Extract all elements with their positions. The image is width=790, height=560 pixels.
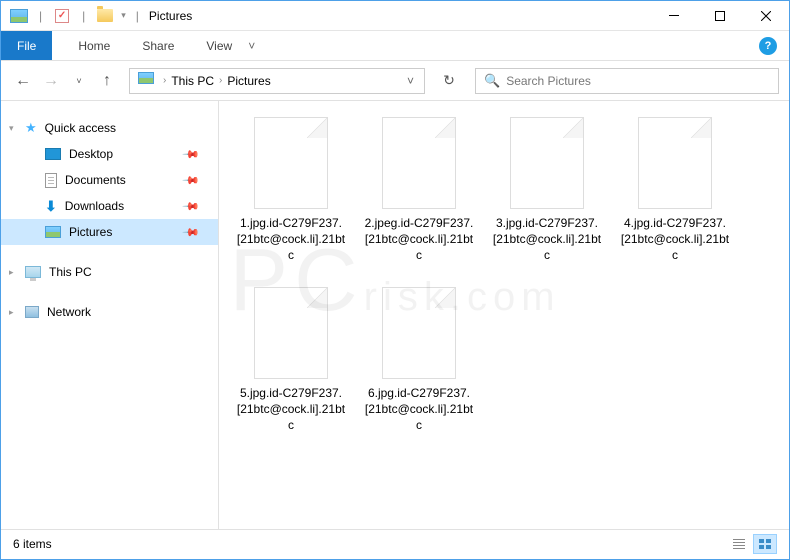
forward-button[interactable]: →: [39, 69, 63, 93]
sidebar-item-label: Desktop: [69, 147, 113, 161]
close-button[interactable]: [743, 1, 789, 31]
chevron-right-icon[interactable]: ▸: [9, 267, 14, 278]
pin-icon: 📌: [182, 171, 201, 190]
search-placeholder: Search Pictures: [506, 74, 591, 88]
file-item[interactable]: 6.jpg.id-C279F237.[21btc@cock.li].21btc: [355, 283, 483, 453]
refresh-button[interactable]: ↻: [435, 67, 463, 95]
sidebar-item-network[interactable]: ▸ Network: [1, 299, 218, 325]
chevron-right-icon[interactable]: ›: [163, 75, 166, 86]
file-icon: [638, 117, 712, 209]
titlebar: | ✓ | ▾ | Pictures: [1, 1, 789, 31]
file-item[interactable]: 5.jpg.id-C279F237.[21btc@cock.li].21btc: [227, 283, 355, 453]
up-button[interactable]: ↑: [95, 69, 119, 93]
file-name: 3.jpg.id-C279F237.[21btc@cock.li].21btc: [487, 215, 607, 264]
sidebar-item-label: Downloads: [65, 199, 124, 213]
file-icon: [382, 287, 456, 379]
sidebar-item-label: This PC: [49, 265, 92, 279]
ribbon-tabs: File Home Share View ˅ ?: [1, 31, 789, 61]
navigation-bar: ← → ˅ ↑ › This PC › Pictures ˅ ↻ 🔍 Searc…: [1, 61, 789, 101]
content-area: ▾ ★ Quick access Desktop 📌 Documents 📌 ⬇…: [1, 101, 789, 529]
view-toggle: [727, 534, 777, 554]
properties-icon[interactable]: ✓: [52, 6, 72, 26]
file-icon: [510, 117, 584, 209]
chevron-right-icon[interactable]: ▸: [9, 307, 14, 318]
file-icon: [254, 287, 328, 379]
breadcrumb-item[interactable]: This PC: [169, 74, 216, 88]
qat-dropdown-icon[interactable]: ▾: [121, 10, 126, 21]
sidebar-item-pictures[interactable]: Pictures 📌: [1, 219, 218, 245]
sidebar-item-label: Quick access: [45, 121, 116, 135]
help-button[interactable]: ?: [759, 31, 777, 60]
sidebar-item-label: Pictures: [69, 225, 112, 239]
chevron-down-icon[interactable]: ▾: [9, 123, 14, 134]
sidebar-item-label: Network: [47, 305, 91, 319]
breadcrumb-dropdown-icon[interactable]: ˅: [401, 74, 420, 88]
search-icon: 🔍: [484, 73, 500, 89]
file-item[interactable]: 1.jpg.id-C279F237.[21btc@cock.li].21btc: [227, 113, 355, 283]
back-button[interactable]: ←: [11, 69, 35, 93]
separator: |: [136, 9, 139, 23]
tab-home[interactable]: Home: [62, 31, 126, 60]
documents-icon: [45, 173, 57, 188]
desktop-icon: [45, 148, 61, 160]
pictures-icon: [45, 226, 61, 238]
recent-dropdown-icon[interactable]: ˅: [67, 69, 91, 93]
sidebar-item-label: Documents: [65, 173, 126, 187]
location-icon: [138, 72, 156, 90]
details-view-button[interactable]: [727, 534, 751, 554]
separator: |: [39, 9, 42, 23]
new-folder-icon[interactable]: [95, 6, 115, 26]
file-name: 1.jpg.id-C279F237.[21btc@cock.li].21btc: [231, 215, 351, 264]
tab-share[interactable]: Share: [126, 31, 190, 60]
file-name: 5.jpg.id-C279F237.[21btc@cock.li].21btc: [231, 385, 351, 434]
chevron-right-icon[interactable]: ›: [219, 75, 222, 86]
breadcrumb[interactable]: › This PC › Pictures ˅: [129, 68, 425, 94]
sidebar-item-thispc[interactable]: ▸ This PC: [1, 259, 218, 285]
app-icon[interactable]: [9, 6, 29, 26]
star-icon: ★: [25, 120, 37, 136]
tab-file[interactable]: File: [1, 31, 52, 60]
file-item[interactable]: 2.jpeg.id-C279F237.[21btc@cock.li].21btc: [355, 113, 483, 283]
file-icon: [382, 117, 456, 209]
maximize-button[interactable]: [697, 1, 743, 31]
item-count: 6 items: [13, 537, 52, 551]
file-item[interactable]: 3.jpg.id-C279F237.[21btc@cock.li].21btc: [483, 113, 611, 283]
thumbnails-view-button[interactable]: [753, 534, 777, 554]
window-title: Pictures: [149, 9, 192, 23]
separator: |: [82, 9, 85, 23]
file-name: 2.jpeg.id-C279F237.[21btc@cock.li].21btc: [359, 215, 479, 264]
sidebar-item-quickaccess[interactable]: ▾ ★ Quick access: [1, 115, 218, 141]
file-name: 4.jpg.id-C279F237.[21btc@cock.li].21btc: [615, 215, 735, 264]
sidebar-item-desktop[interactable]: Desktop 📌: [1, 141, 218, 167]
search-input[interactable]: 🔍 Search Pictures: [475, 68, 779, 94]
file-icon: [254, 117, 328, 209]
navigation-pane: ▾ ★ Quick access Desktop 📌 Documents 📌 ⬇…: [1, 101, 219, 529]
tab-view[interactable]: View: [190, 31, 248, 60]
pin-icon: 📌: [182, 223, 201, 242]
quick-access-toolbar: | ✓ | ▾ | Pictures: [1, 6, 192, 26]
breadcrumb-item[interactable]: Pictures: [225, 74, 272, 88]
expand-ribbon-icon[interactable]: ˅: [248, 31, 262, 60]
file-item[interactable]: 4.jpg.id-C279F237.[21btc@cock.li].21btc: [611, 113, 739, 283]
file-name: 6.jpg.id-C279F237.[21btc@cock.li].21btc: [359, 385, 479, 434]
sidebar-item-documents[interactable]: Documents 📌: [1, 167, 218, 193]
pin-icon: 📌: [182, 145, 201, 164]
file-list[interactable]: 1.jpg.id-C279F237.[21btc@cock.li].21btc …: [219, 101, 789, 529]
pc-icon: [25, 266, 41, 278]
network-icon: [25, 306, 39, 318]
pin-icon: 📌: [182, 197, 201, 216]
minimize-button[interactable]: [651, 1, 697, 31]
window-controls: [651, 1, 789, 31]
sidebar-item-downloads[interactable]: ⬇ Downloads 📌: [1, 193, 218, 219]
downloads-icon: ⬇: [45, 198, 57, 215]
status-bar: 6 items: [1, 529, 789, 557]
